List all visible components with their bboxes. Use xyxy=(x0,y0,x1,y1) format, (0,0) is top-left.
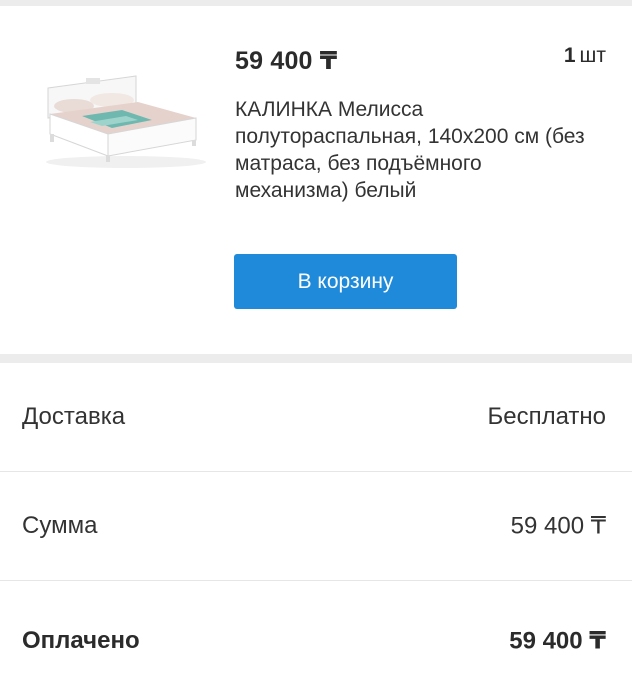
quantity-number: 1 xyxy=(563,44,576,67)
product-price: 59 400 ₸ xyxy=(235,47,338,75)
product-image[interactable] xyxy=(26,60,212,172)
quantity-unit: шт xyxy=(579,44,606,67)
order-item-card: 59 400 ₸ 1 шт КАЛИНКА Мелисса полутораспа… xyxy=(0,6,632,354)
section-divider xyxy=(0,354,632,363)
summary-row-delivery: Доставка Бесплатно xyxy=(0,363,632,472)
add-to-cart-button[interactable]: В корзину xyxy=(234,254,457,309)
bed-icon xyxy=(46,75,206,168)
delivery-label: Доставка xyxy=(22,403,126,430)
sum-label: Сумма xyxy=(22,512,98,539)
paid-label: Оплачено xyxy=(22,626,140,654)
summary-row-sum: Сумма 59 400 ₸ xyxy=(0,472,632,581)
paid-value: 59 400 ₸ xyxy=(509,627,606,654)
product-quantity: 1 шт xyxy=(564,44,606,68)
summary-row-paid: Оплачено 59 400 ₸ xyxy=(0,581,632,700)
delivery-value: Бесплатно xyxy=(487,403,606,430)
product-title[interactable]: КАЛИНКА Мелисса полутораспальная, 140x20… xyxy=(235,96,585,204)
sum-value: 59 400 ₸ xyxy=(510,512,606,540)
